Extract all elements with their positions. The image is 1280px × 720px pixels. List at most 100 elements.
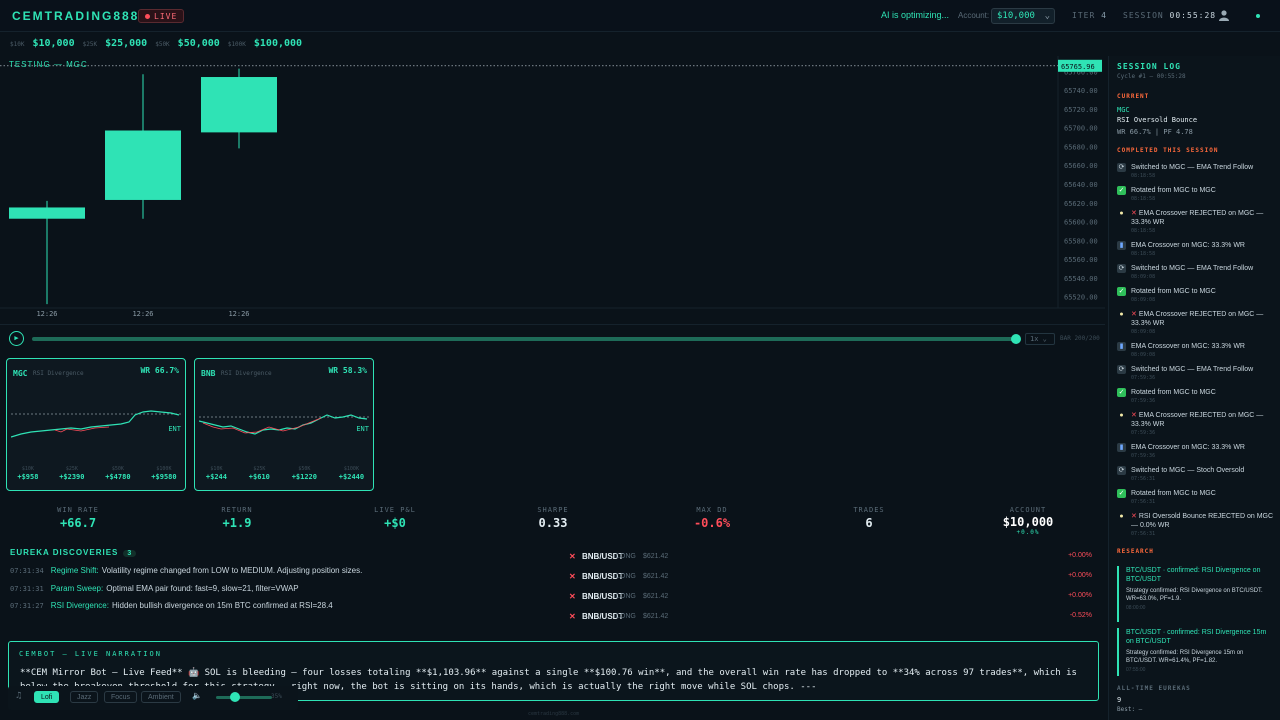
discovery-type: Param Sweep:: [50, 584, 104, 593]
trade-return: +0.00%: [1068, 592, 1092, 599]
event-text: ✕ EMA Crossover REJECTED on MGC — 33.3% …: [1131, 209, 1276, 227]
pnl-tier: $100K: [156, 466, 172, 472]
connection-status-dot: [1256, 14, 1260, 18]
loss-x-icon: ✕: [569, 612, 576, 621]
stat-label: MAX DD: [696, 506, 728, 514]
music-ambient-button[interactable]: Ambient: [141, 691, 181, 703]
research-item[interactable]: BTC/USDT · confirmed: RSI Divergence 15m…: [1117, 628, 1275, 676]
tier-value[interactable]: $25,000: [105, 38, 147, 49]
pnl-value: +$2440: [338, 473, 365, 481]
event-text: Rotated from MGC to MGC: [1131, 489, 1276, 498]
tier-label: $10K: [10, 41, 25, 48]
session-value: 00:55:28: [1169, 11, 1217, 20]
footer-url[interactable]: cemtrading888.com: [528, 711, 579, 717]
trade-row[interactable]: ✕ BNB/USDT LONG $621.42 +0.00%: [553, 588, 1098, 606]
music-lofi-button[interactable]: Lofi: [34, 691, 60, 703]
mini-chart-line: [11, 410, 180, 438]
symbol-card-mgc[interactable]: MGC RSI Divergence WR 66.7% ENT $10K +$95…: [6, 358, 186, 491]
trade-row[interactable]: ✕ BNB/USDT LONG $621.42 -0.52%: [553, 608, 1098, 626]
pnl-tier: $25K: [65, 466, 78, 472]
speed-select[interactable]: 1x ⌄: [1025, 333, 1055, 345]
event-message: Rotated from MGC to MGC: [1131, 389, 1216, 396]
mini-chart: [11, 410, 183, 438]
volume-slider[interactable]: [216, 696, 272, 699]
mute-speaker-icon[interactable]: 🔈: [192, 691, 202, 700]
research-time: 08:00:00: [1126, 605, 1146, 611]
pnl-cell: $10K +$244: [206, 466, 227, 482]
event-message: EMA Crossover REJECTED on MGC — 33.3% WR: [1131, 311, 1264, 327]
mini-chart-line-loss: [54, 426, 110, 433]
event-time: 07:59:36: [1131, 375, 1156, 381]
pnl-tier: $50K: [298, 466, 311, 472]
trade-price: $621.42: [643, 553, 669, 560]
current-price-text: 65765.96: [1061, 63, 1095, 71]
volume-handle[interactable]: [230, 692, 240, 702]
account-value: $10,000: [1002, 515, 1054, 529]
scrubber-handle[interactable]: [1011, 334, 1021, 344]
play-button[interactable]: ▶: [9, 331, 24, 346]
card-win-rate: WR 66.7%: [140, 366, 179, 375]
trade-direction: LONG: [616, 573, 636, 580]
replay-scrubber[interactable]: [32, 337, 1016, 341]
narration-title: CEMBOT — LIVE NARRATION: [19, 650, 162, 658]
event-message: EMA Crossover REJECTED on MGC — 33.3% WR: [1131, 412, 1264, 428]
pnl-tier: $10K: [21, 466, 34, 472]
tier-value[interactable]: $10,000: [32, 38, 74, 49]
research-body: Strategy confirmed: RSI Divergence 15m o…: [1126, 650, 1244, 664]
trade-direction: LONG: [616, 613, 636, 620]
trade-return: +0.00%: [1068, 552, 1092, 559]
stat-value: -0.6%: [693, 516, 731, 530]
music-jazz-button[interactable]: Jazz: [70, 691, 99, 703]
main-price-chart[interactable]: 65760.0065740.0065720.0065700.0065680.00…: [0, 56, 1105, 322]
iteration-counter: ITER 4: [1072, 11, 1107, 20]
trade-return: -0.52%: [1069, 612, 1092, 619]
stat-account: ACCOUNT $10,000 +0.0%: [985, 506, 1071, 536]
pnl-value: +$244: [205, 473, 227, 481]
research-body: Strategy confirmed: RSI Divergence on BT…: [1126, 588, 1263, 602]
event-time: 07:56:31: [1131, 476, 1156, 482]
current-strategy: RSI Oversold Bounce: [1117, 116, 1198, 124]
stat-value: +66.7: [59, 516, 97, 530]
brand-logo: CEMTRADING888: [12, 9, 140, 23]
check-icon: ✓: [1117, 186, 1126, 195]
event-text: EMA Crossover on MGC: 33.3% WR: [1131, 342, 1276, 351]
user-icon[interactable]: [1218, 9, 1230, 21]
discovery-type: RSI Divergence:: [50, 601, 109, 610]
account-select[interactable]: $10,000 ⌄: [991, 8, 1055, 24]
tier-label: $50K: [155, 41, 170, 48]
loss-x-icon: ✕: [569, 552, 576, 561]
event-time: 07:56:31: [1131, 499, 1156, 505]
discovery-item: 07:31:31 Param Sweep: Optimal EMA pair fou…: [10, 584, 299, 593]
tier-value[interactable]: $100,000: [254, 38, 302, 49]
trade-row[interactable]: ✕ BNB/USDT LONG $621.42 +0.00%: [553, 568, 1098, 586]
research-label: RESEARCH: [1117, 548, 1154, 555]
event-time: 08:09:08: [1131, 274, 1156, 280]
time-tick-label: 12:26: [36, 310, 57, 318]
research-item[interactable]: BTC/USDT · confirmed: RSI Divergence on …: [1117, 566, 1275, 622]
event-text: EMA Crossover on MGC: 33.3% WR: [1131, 241, 1276, 250]
price-tick-label: 65540.00: [1064, 275, 1098, 283]
trade-row[interactable]: ✕ BNB/USDT LONG $621.42 +0.00%: [553, 548, 1098, 566]
music-focus-button[interactable]: Focus: [104, 691, 138, 703]
pnl-value: +$958: [17, 473, 39, 481]
stat-value: +1.9: [222, 516, 252, 530]
iter-value: 4: [1101, 11, 1107, 20]
pnl-value: +$610: [248, 473, 270, 481]
event-message: EMA Crossover on MGC: 33.3% WR: [1131, 242, 1245, 249]
discovery-item: 07:31:27 RSI Divergence: Hidden bullish di…: [10, 601, 333, 610]
pnl-tier: $100K: [343, 466, 359, 472]
price-tick-label: 65640.00: [1064, 181, 1098, 189]
time-tick-label: 12:26: [132, 310, 153, 318]
ai-status: AI is optimizing...: [881, 10, 950, 20]
tier-value[interactable]: $50,000: [178, 38, 220, 49]
discovery-type: Regime Shift:: [50, 566, 99, 575]
discovery-time: 07:31:34: [10, 567, 44, 575]
event-time: 07:59:36: [1131, 453, 1156, 459]
tier-label: $100K: [227, 41, 246, 48]
symbol-card-bnb[interactable]: BNB RSI Divergence WR 58.3% ENT $10K +$24…: [194, 358, 374, 491]
stat-label: SHARPE: [537, 506, 569, 514]
volume-percent: 35%: [271, 693, 282, 700]
stat-trades: TRADES 6: [829, 506, 909, 530]
stat-win-rate: WIN RATE +66.7: [38, 506, 118, 530]
chart-icon: ▮: [1117, 443, 1126, 452]
